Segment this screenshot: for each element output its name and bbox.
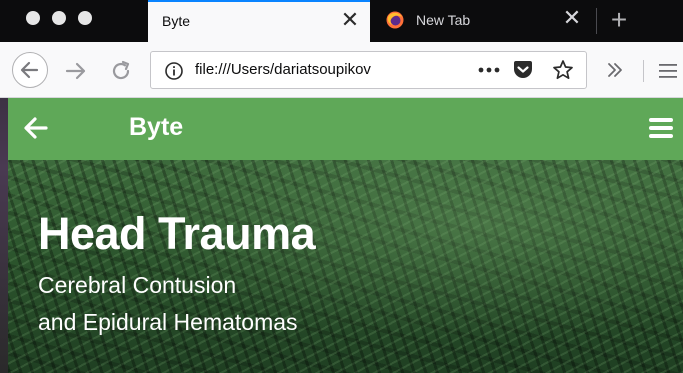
firefox-icon (386, 11, 404, 29)
hero-title: Head Trauma (38, 208, 316, 259)
arrow-right-icon[interactable] (63, 58, 89, 84)
info-icon[interactable] (164, 61, 184, 81)
browser-window: Byte ✕ New Tab ✕ + file:///Users/dariats… (0, 0, 683, 373)
tab-close-icon[interactable]: ✕ (338, 8, 362, 32)
tab-byte[interactable]: Byte ✕ (148, 0, 370, 42)
tab-new-tab[interactable]: New Tab ✕ (370, 0, 592, 42)
site-title[interactable]: Byte (129, 113, 183, 142)
navigation-toolbar: file:///Users/dariatsoupikov (0, 42, 683, 98)
arrow-left-icon (20, 61, 39, 79)
more-dots-icon[interactable] (477, 66, 501, 74)
star-icon[interactable] (552, 59, 574, 81)
tab-separator (596, 8, 597, 34)
tab-close-icon[interactable]: ✕ (560, 6, 584, 30)
tab-title: New Tab (416, 12, 471, 28)
pocket-icon[interactable] (512, 60, 534, 80)
hero-subtitle-line-2: and Epidural Hematomas (38, 309, 298, 335)
url-text[interactable]: file:///Users/dariatsoupikov (195, 61, 441, 78)
window-minimize-button[interactable] (52, 11, 66, 25)
window-close-button[interactable] (26, 11, 40, 25)
hero-banner: Head Trauma Cerebral Contusion and Epidu… (8, 160, 683, 373)
site-header: Byte (8, 98, 683, 160)
back-arrow-icon[interactable] (23, 116, 49, 140)
chevron-double-right-icon[interactable] (605, 60, 625, 80)
tab-strip: Byte ✕ New Tab ✕ + (0, 0, 683, 42)
hamburger-icon[interactable] (658, 62, 678, 80)
tab-title: Byte (162, 13, 191, 29)
menu-icon[interactable] (648, 116, 674, 140)
back-button[interactable] (12, 52, 48, 88)
window-zoom-button[interactable] (78, 11, 92, 25)
toolbar-separator (643, 60, 644, 82)
reload-icon[interactable] (108, 58, 134, 84)
address-bar[interactable]: file:///Users/dariatsoupikov (150, 51, 587, 89)
new-tab-plus-icon[interactable]: + (604, 4, 634, 36)
hero-subtitle-line-1: Cerebral Contusion (38, 272, 237, 298)
